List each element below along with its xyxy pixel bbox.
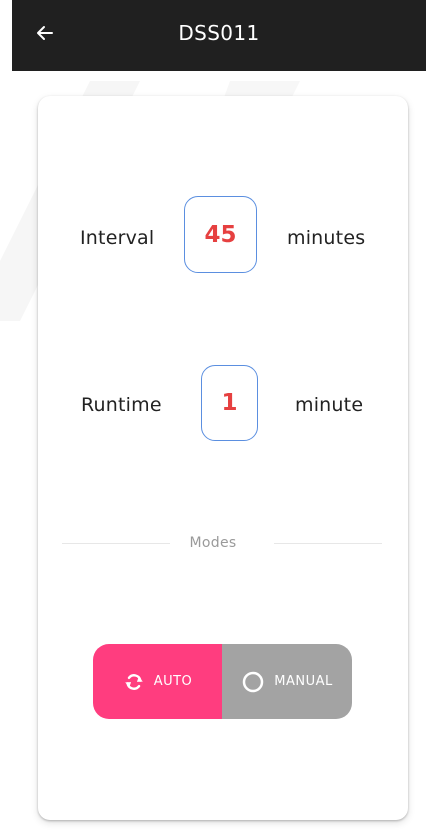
manual-mode-label: MANUAL: [274, 674, 333, 689]
runtime-value-box[interactable]: 1: [201, 365, 258, 441]
runtime-unit: minute: [295, 394, 364, 416]
mode-toggle: AUTO MANUAL: [93, 644, 352, 719]
modes-section-label: Modes: [189, 535, 237, 551]
interval-label: Interval: [80, 227, 155, 249]
page-title: DSS011: [178, 21, 260, 45]
circle-icon: [241, 670, 265, 694]
manual-mode-button[interactable]: MANUAL: [222, 644, 352, 719]
interval-value-box[interactable]: 45: [184, 196, 257, 273]
refresh-icon: [123, 671, 145, 693]
interval-unit: minutes: [287, 227, 366, 249]
auto-mode-label: AUTO: [153, 674, 193, 689]
auto-mode-button[interactable]: AUTO: [93, 644, 222, 719]
app-header: DSS011: [12, 0, 426, 71]
runtime-label: Runtime: [81, 394, 162, 416]
